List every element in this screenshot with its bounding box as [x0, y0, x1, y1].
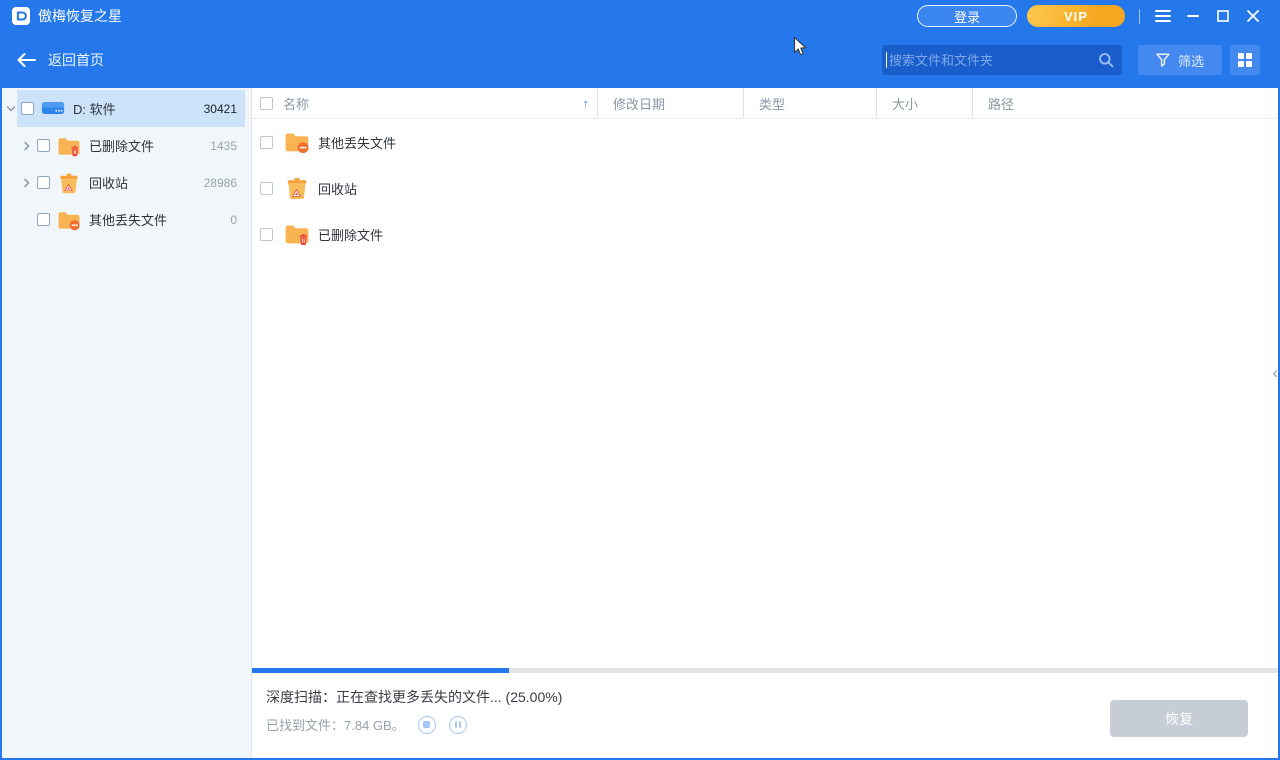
recycle-bin-icon — [284, 176, 310, 200]
checkbox[interactable] — [260, 135, 273, 149]
recover-button[interactable]: 恢复 — [1110, 700, 1248, 737]
sidebar-item-count: 30421 — [203, 101, 237, 116]
sidebar-item-body[interactable]: D: 软件 30421 — [17, 90, 245, 127]
checkbox[interactable] — [21, 102, 34, 115]
grid-view-icon — [1238, 53, 1252, 67]
titlebar-divider — [1139, 8, 1140, 24]
back-arrow-icon — [17, 53, 36, 67]
login-button[interactable]: 登录 — [917, 5, 1017, 27]
sidebar-item-recycle-bin[interactable]: 回收站 28986 — [0, 164, 251, 201]
filter-button[interactable]: 筛选 — [1138, 45, 1222, 75]
pause-scan-button[interactable] — [448, 715, 467, 734]
content-area: D: 软件 30421 已删除文件 1435 回收站 28986 其他丢失文件 … — [0, 88, 1280, 760]
sidebar-item-deleted-files[interactable]: 已删除文件 1435 — [0, 127, 251, 164]
file-list-panel: 名称 ↑ 修改日期 类型 大小 路径 其他丢失文件 回收站 已删除文件 深度扫描… — [252, 88, 1280, 760]
maximize-icon — [1217, 10, 1229, 22]
menu-button[interactable] — [1148, 3, 1178, 29]
back-button[interactable] — [14, 48, 38, 72]
sidebar-item-label: 已删除文件 — [89, 139, 155, 154]
column-header-type[interactable]: 类型 — [743, 88, 876, 118]
folder-deleted-icon — [57, 135, 81, 157]
sidebar-item-body[interactable]: 其他丢失文件 0 — [33, 201, 245, 238]
view-mode-button[interactable] — [1230, 45, 1260, 75]
column-header-date[interactable]: 修改日期 — [597, 88, 743, 118]
sidebar-item-label: 回收站 — [89, 176, 129, 191]
sidebar-item-label: D: 软件 — [73, 102, 116, 117]
minimize-icon — [1187, 15, 1199, 17]
checkbox[interactable] — [37, 213, 50, 226]
column-header-size[interactable]: 大小 — [876, 88, 972, 118]
found-files-text: 已找到文件：7.84 GB。 — [266, 718, 405, 733]
column-label: 名称 — [283, 96, 310, 112]
column-label: 路径 — [988, 96, 1015, 112]
filter-label: 筛选 — [1177, 53, 1204, 69]
app-logo-icon — [12, 7, 30, 25]
back-home-label[interactable]: 返回首页 — [48, 50, 104, 70]
app-window: 傲梅恢复之星 登录 VIP 返回首页 筛选 — [0, 0, 1280, 760]
column-header-name[interactable]: 名称 ↑ — [252, 88, 597, 118]
vip-button[interactable]: VIP — [1027, 5, 1125, 27]
folder-lost-icon — [284, 130, 310, 154]
sidebar-item-count: 28986 — [203, 175, 237, 190]
table-row-other-lost-files[interactable]: 其他丢失文件 — [252, 119, 1280, 165]
drive-icon — [41, 98, 65, 120]
table-row-recycle-bin[interactable]: 回收站 — [252, 165, 1280, 211]
row-name: 已删除文件 — [318, 227, 384, 243]
table-row-deleted-files[interactable]: 已删除文件 — [252, 211, 1280, 257]
pause-icon — [454, 721, 457, 728]
row-name: 回收站 — [318, 181, 358, 197]
app-title: 傲梅恢复之星 — [38, 8, 122, 24]
column-label: 类型 — [759, 96, 786, 112]
folder-lost-icon — [57, 209, 81, 231]
search-input[interactable] — [882, 45, 1122, 75]
column-label: 修改日期 — [613, 96, 666, 112]
checkbox[interactable] — [260, 181, 273, 195]
checkbox[interactable] — [37, 139, 50, 152]
checkbox[interactable] — [37, 176, 50, 189]
checkbox[interactable] — [260, 227, 273, 241]
search-icon[interactable] — [1098, 52, 1114, 68]
column-label: 大小 — [892, 96, 919, 112]
stop-scan-button[interactable] — [417, 715, 436, 734]
chevron-right-icon[interactable] — [21, 141, 33, 151]
search-field[interactable] — [889, 52, 1098, 68]
list-empty-area — [252, 257, 1280, 668]
chevron-down-icon[interactable] — [5, 105, 17, 113]
recycle-bin-icon — [57, 172, 81, 194]
folder-deleted-icon — [284, 222, 310, 246]
column-header-path[interactable]: 路径 — [972, 88, 1280, 118]
text-caret — [886, 52, 887, 68]
sidebar-item-body[interactable]: 已删除文件 1435 — [33, 127, 245, 164]
status-footer: 深度扫描：正在查找更多丢失的文件... (25.00%) 已找到文件：7.84 … — [252, 673, 1280, 760]
close-icon — [1247, 10, 1259, 22]
close-button[interactable] — [1238, 3, 1268, 29]
sidebar-item-other-lost-files[interactable]: 其他丢失文件 0 — [0, 201, 251, 238]
minimize-button[interactable] — [1178, 3, 1208, 29]
sort-ascending-icon[interactable]: ↑ — [583, 96, 590, 111]
maximize-button[interactable] — [1208, 3, 1238, 29]
hamburger-icon — [1155, 10, 1171, 22]
chevron-right-icon[interactable] — [21, 178, 33, 188]
sidebar-item-label: 其他丢失文件 — [89, 213, 168, 228]
title-bar: 傲梅恢复之星 登录 VIP — [0, 0, 1280, 32]
sidebar-item-count: 1435 — [210, 138, 237, 153]
sidebar-item-count: 0 — [230, 212, 237, 227]
select-all-checkbox[interactable] — [260, 96, 273, 110]
stop-icon — [423, 721, 431, 728]
sidebar-item-d-drive[interactable]: D: 软件 30421 — [0, 90, 251, 127]
sidebar-tree: D: 软件 30421 已删除文件 1435 回收站 28986 其他丢失文件 … — [0, 88, 252, 760]
table-header: 名称 ↑ 修改日期 类型 大小 路径 — [252, 88, 1280, 119]
toolbar: 返回首页 筛选 — [0, 32, 1280, 88]
sidebar-item-body[interactable]: 回收站 28986 — [33, 164, 245, 201]
panel-collapse-icon[interactable]: ‹ — [1272, 364, 1278, 381]
row-name: 其他丢失文件 — [318, 135, 397, 151]
filter-icon — [1156, 53, 1170, 67]
